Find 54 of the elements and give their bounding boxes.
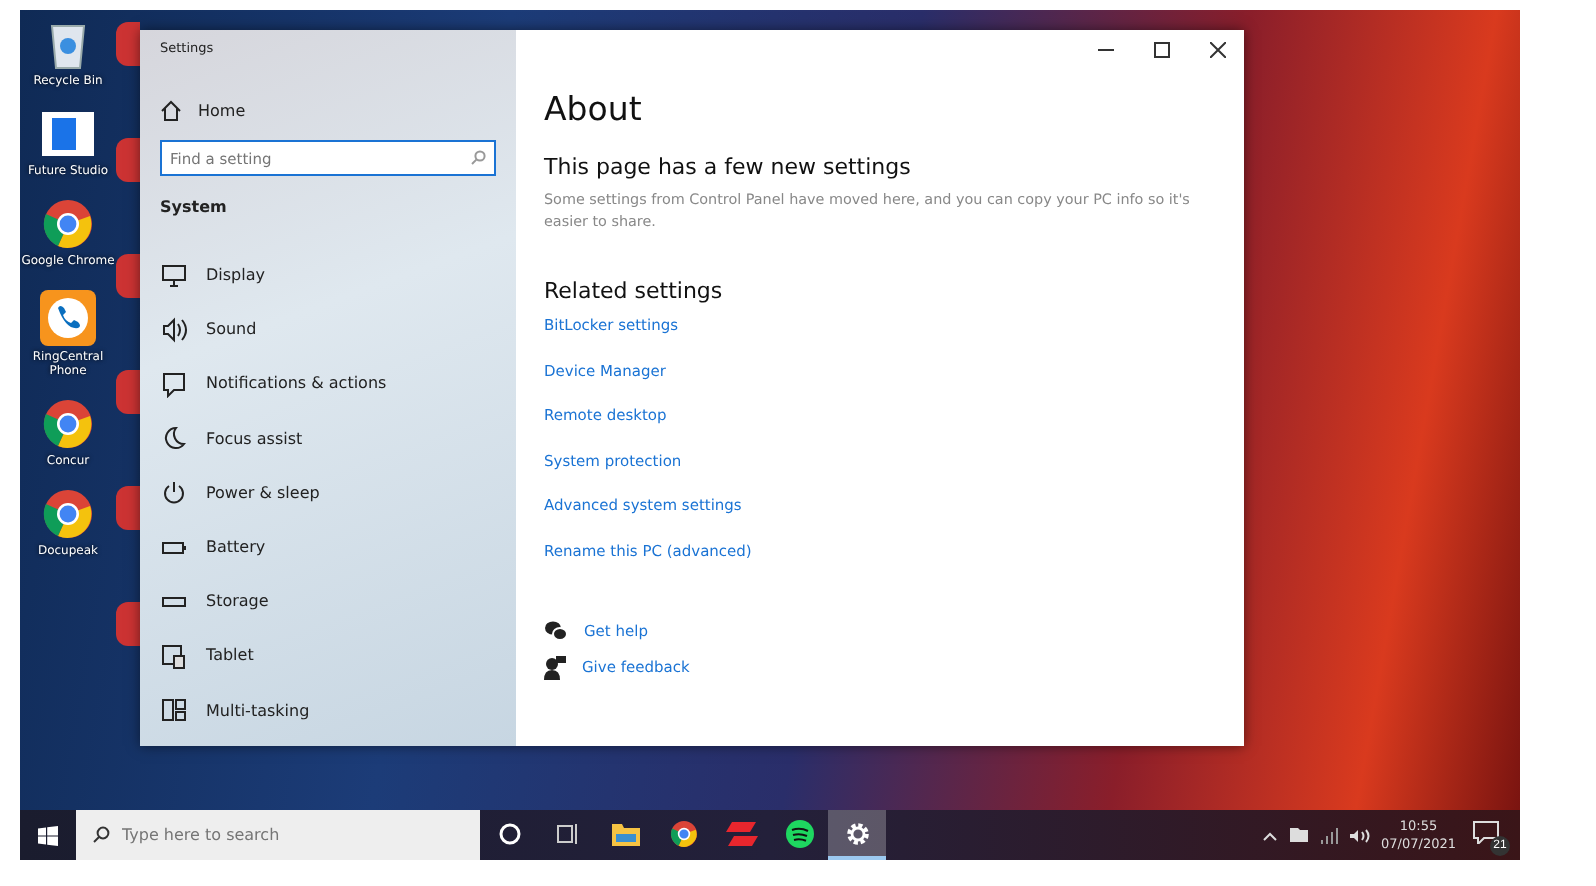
chrome-icon[interactable] (669, 819, 697, 847)
multitasking-icon (160, 696, 188, 725)
display-icon (160, 261, 188, 290)
maximize-icon (1154, 42, 1170, 58)
nav-item[interactable]: Storage (160, 574, 496, 629)
page-title: About (544, 90, 644, 128)
nav-item[interactable]: Power & sleep (160, 465, 496, 520)
notice-heading: This page has a few new settings (544, 154, 913, 180)
spotify-icon[interactable] (785, 819, 813, 847)
tablet-icon (160, 641, 188, 670)
related-heading: Related settings (544, 277, 725, 304)
task-view-icon[interactable] (555, 821, 579, 845)
nav-item[interactable]: Tablet (160, 628, 496, 683)
partial-app-icon[interactable] (116, 486, 140, 530)
notifications-icon (160, 369, 188, 398)
home-icon (160, 99, 182, 121)
nav-item[interactable]: Display (160, 248, 496, 303)
chrome-icon[interactable] (42, 488, 94, 541)
home-link[interactable]: Home (160, 92, 496, 128)
search-icon (470, 150, 486, 166)
taskbar-app-button[interactable] (828, 810, 886, 860)
window-icon[interactable] (40, 108, 96, 161)
taskbar-search-field[interactable]: Type here to search (76, 810, 480, 860)
folder-icon[interactable] (611, 821, 639, 845)
partial-app-icon[interactable] (116, 370, 140, 414)
nav-item[interactable]: Notifications & actions (160, 356, 496, 412)
maximize-button[interactable] (1152, 40, 1172, 60)
sound-icon (160, 315, 188, 344)
gear-icon[interactable] (843, 819, 871, 847)
partial-app-icon[interactable] (116, 138, 140, 182)
folder-icon[interactable] (1289, 828, 1308, 842)
nav-item[interactable]: Multi-tasking (160, 683, 496, 738)
nav-item[interactable]: Focus assist (160, 411, 496, 466)
moon-icon (160, 424, 188, 453)
close-button[interactable] (1208, 40, 1228, 60)
chat-bubbles-icon (544, 620, 568, 643)
chevron-up-icon[interactable] (1261, 829, 1278, 841)
nav-item[interactable]: Sound (160, 302, 496, 357)
section-heading: System (160, 198, 229, 216)
circle-icon[interactable] (497, 821, 521, 845)
partial-app-icon[interactable] (116, 22, 140, 66)
chrome-icon[interactable] (42, 198, 94, 251)
chrome-icon[interactable] (42, 397, 94, 450)
power-icon (160, 478, 188, 507)
speaker-icon[interactable] (1349, 827, 1370, 843)
close-icon (1210, 42, 1226, 58)
windows-logo-icon (38, 825, 58, 845)
partial-app-icon[interactable] (116, 254, 140, 298)
nav-item[interactable]: Battery (160, 519, 496, 575)
person-icon (544, 655, 566, 680)
stripes-icon[interactable] (725, 821, 757, 845)
partial-app-icon[interactable] (116, 602, 140, 646)
network-icon[interactable] (1319, 827, 1338, 843)
phone-icon[interactable] (40, 289, 96, 346)
